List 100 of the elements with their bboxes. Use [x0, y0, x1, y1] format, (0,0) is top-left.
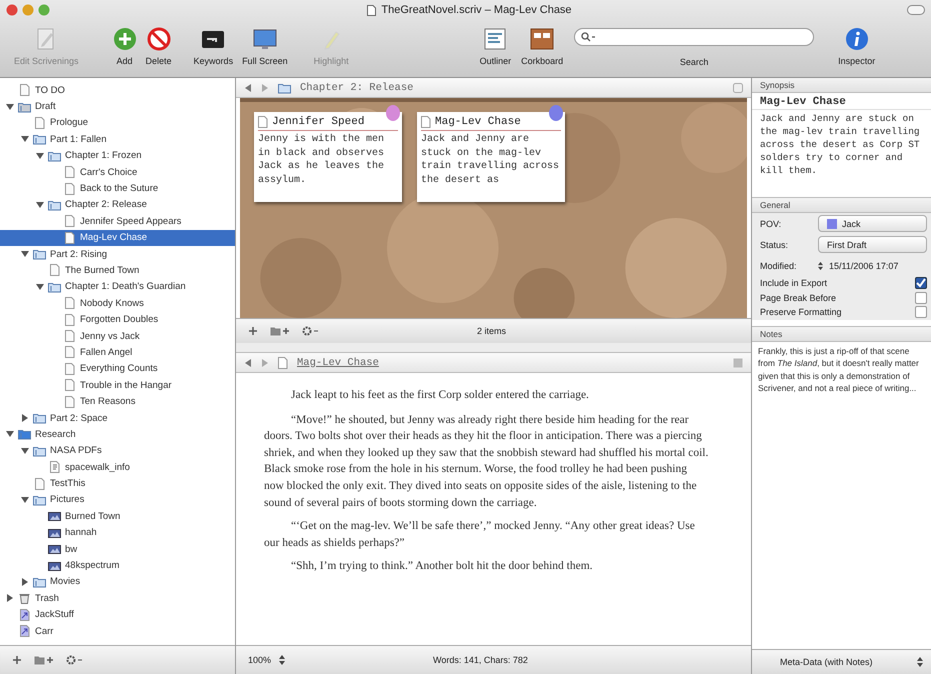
toolbar-button[interactable]: Outliner	[476, 24, 516, 68]
binder-item[interactable]: Carr	[0, 622, 235, 640]
toolbar-button[interactable]: Inspector	[834, 24, 880, 68]
checkbox[interactable]	[915, 292, 927, 304]
trash-icon	[18, 592, 31, 604]
binder-item[interactable]: TestThis	[0, 475, 235, 492]
notes-text[interactable]: Frankly, this is just a rip-off of that scene from The Island, but it doesn't really matter given that this is only a demonstration of Scrivener, and not a real piece of writing...	[752, 342, 931, 649]
stepper-icon[interactable]	[279, 654, 286, 666]
add-icon[interactable]	[12, 655, 22, 665]
binder-item[interactable]: Part 2: Space	[0, 410, 235, 426]
synopsis-text[interactable]: Jack and Jenny are stuck on the mag-lev train travelling across the desert as Corp ST solders try to corner and kill them.	[752, 110, 931, 179]
binder-item[interactable]: Part 1: Fallen	[0, 131, 235, 148]
binder-item[interactable]: Everything Counts	[0, 360, 235, 378]
binder-item[interactable]: Forgotten Doubles	[0, 311, 235, 328]
add-folder-icon[interactable]	[34, 655, 54, 665]
binder-item[interactable]: Ten Reasons	[0, 393, 235, 410]
folder-icon	[33, 248, 46, 260]
disclosure-triangle-icon[interactable]	[21, 578, 29, 586]
binder-item[interactable]: Part 2: Rising	[0, 246, 235, 262]
disclosure-triangle-icon[interactable]	[6, 102, 14, 111]
binder-item[interactable]: Chapter 1: Frozen	[0, 148, 235, 164]
binder-item[interactable]: NASA PDFs	[0, 442, 235, 459]
binder-item[interactable]: Pictures	[0, 492, 235, 508]
binder-item[interactable]: Jennifer Speed Appears	[0, 213, 235, 230]
disclosure-triangle-icon[interactable]	[36, 282, 44, 291]
section-header: Synopsis	[752, 78, 931, 93]
image-icon	[48, 526, 61, 539]
binder-item[interactable]: Chapter 1: Death's Guardian	[0, 278, 235, 296]
status-popup[interactable]: First Draft	[818, 236, 927, 253]
binder-item[interactable]: Burned Town	[0, 508, 235, 525]
disclosure-triangle-icon[interactable]	[36, 152, 44, 160]
gear-icon[interactable]	[66, 655, 84, 665]
document-title: Mag-Lev Chase	[297, 356, 379, 368]
toolbar-button[interactable]: Full Screen	[238, 24, 292, 68]
binder-item[interactable]: hannah	[0, 524, 235, 541]
search-field[interactable]: Search	[574, 24, 814, 67]
document-icon	[63, 314, 76, 326]
back-arrow-icon[interactable]	[244, 358, 252, 366]
checkbox[interactable]	[915, 306, 927, 318]
meta-data-popup[interactable]: Meta-Data (with Notes)	[752, 649, 931, 674]
binder-item[interactable]: Fallen Angel	[0, 344, 235, 361]
add-icon[interactable]	[248, 326, 258, 336]
binder-item[interactable]: Movies	[0, 574, 235, 590]
synopsis-title[interactable]: Mag-Lev Chase	[752, 93, 931, 110]
toolbar-button[interactable]: Add	[108, 24, 142, 68]
index-card[interactable]: Jennifer Speed Jenny is with the men in black and observes Jack as he leaves the assylum.	[254, 112, 402, 202]
document-icon	[48, 264, 61, 276]
binder-item[interactable]: Jenny vs Jack	[0, 328, 235, 344]
research-folder-icon	[18, 428, 31, 440]
index-card[interactable]: Mag-Lev Chase Jack and Jenny are stuck on the mag-lev train travelling across the desert as	[417, 112, 565, 202]
binder-item[interactable]: Mag-Lev Chase	[0, 230, 235, 246]
zoom-level[interactable]: 100%	[248, 655, 272, 665]
checkbox[interactable]	[915, 277, 927, 290]
binder-item[interactable]: Carr's Choice	[0, 164, 235, 180]
disclosure-triangle-icon[interactable]	[36, 200, 44, 209]
document-icon	[63, 346, 76, 358]
document-icon	[33, 116, 46, 129]
card-synopsis: Jack and Jenny are stuck on the mag-lev train travelling across the desert as	[421, 133, 560, 187]
binder-item[interactable]: The Burned Town	[0, 262, 235, 279]
back-arrow-icon[interactable]	[244, 84, 252, 92]
binder-item[interactable]: Draft	[0, 98, 235, 115]
disclosure-triangle-icon[interactable]	[6, 430, 14, 438]
binder-item[interactable]: Trash	[0, 590, 235, 606]
disclosure-triangle-icon[interactable]	[21, 250, 29, 258]
window-controls-icon[interactable]	[6, 4, 52, 16]
outliner-icon	[482, 26, 508, 52]
binder-item[interactable]: JackStuff	[0, 606, 235, 623]
binder-item[interactable]: 48kspectrum	[0, 557, 235, 574]
gear-icon[interactable]	[302, 326, 320, 336]
binder-item[interactable]: Trouble in the Hangar	[0, 377, 235, 394]
stepper-icon	[917, 656, 923, 668]
document-icon	[63, 379, 76, 392]
checkbox-label: Include in Export	[760, 278, 828, 288]
disclosure-triangle-icon[interactable]	[21, 414, 29, 422]
binder-item[interactable]: spacewalk_info	[0, 458, 235, 476]
disclosure-triangle-icon[interactable]	[6, 594, 14, 602]
toolbar-button[interactable]: Corkboard	[517, 24, 568, 68]
checkbox-label: Preserve Formatting	[760, 307, 842, 318]
add-folder-icon[interactable]	[270, 326, 290, 336]
binder-item[interactable]: Prologue	[0, 114, 235, 132]
pov-popup[interactable]: Jack	[818, 215, 927, 232]
binder-item[interactable]: Nobody Knows	[0, 295, 235, 312]
toolbar-toggle-button[interactable]	[907, 5, 925, 15]
toolbar-button[interactable]: Keywords	[190, 24, 238, 68]
binder-item[interactable]: Research	[0, 426, 235, 443]
disclosure-triangle-icon[interactable]	[21, 446, 29, 455]
toolbar-button[interactable]: Delete	[142, 24, 176, 68]
modified-date[interactable]: 15/11/2006 17:07	[829, 260, 898, 270]
document-icon	[63, 215, 76, 228]
disclosure-triangle-icon[interactable]	[21, 496, 29, 504]
folder-icon	[33, 133, 46, 146]
paragraph: “‘Get on the mag-lev. We’ll be safe there’,” mocked Jenny. “Any other great ideas? Use our heads as shields perhaps?”	[264, 519, 696, 551]
binder-item[interactable]: Back to the Suture	[0, 180, 235, 197]
binder-item[interactable]: Chapter 2: Release	[0, 196, 235, 214]
stepper-icon[interactable]	[818, 260, 823, 270]
card-title: Mag-Lev Chase	[435, 116, 521, 128]
document-icon	[63, 362, 76, 375]
binder-item[interactable]: TO DO	[0, 82, 235, 98]
binder-item[interactable]: bw	[0, 540, 235, 558]
disclosure-triangle-icon[interactable]	[21, 135, 29, 144]
